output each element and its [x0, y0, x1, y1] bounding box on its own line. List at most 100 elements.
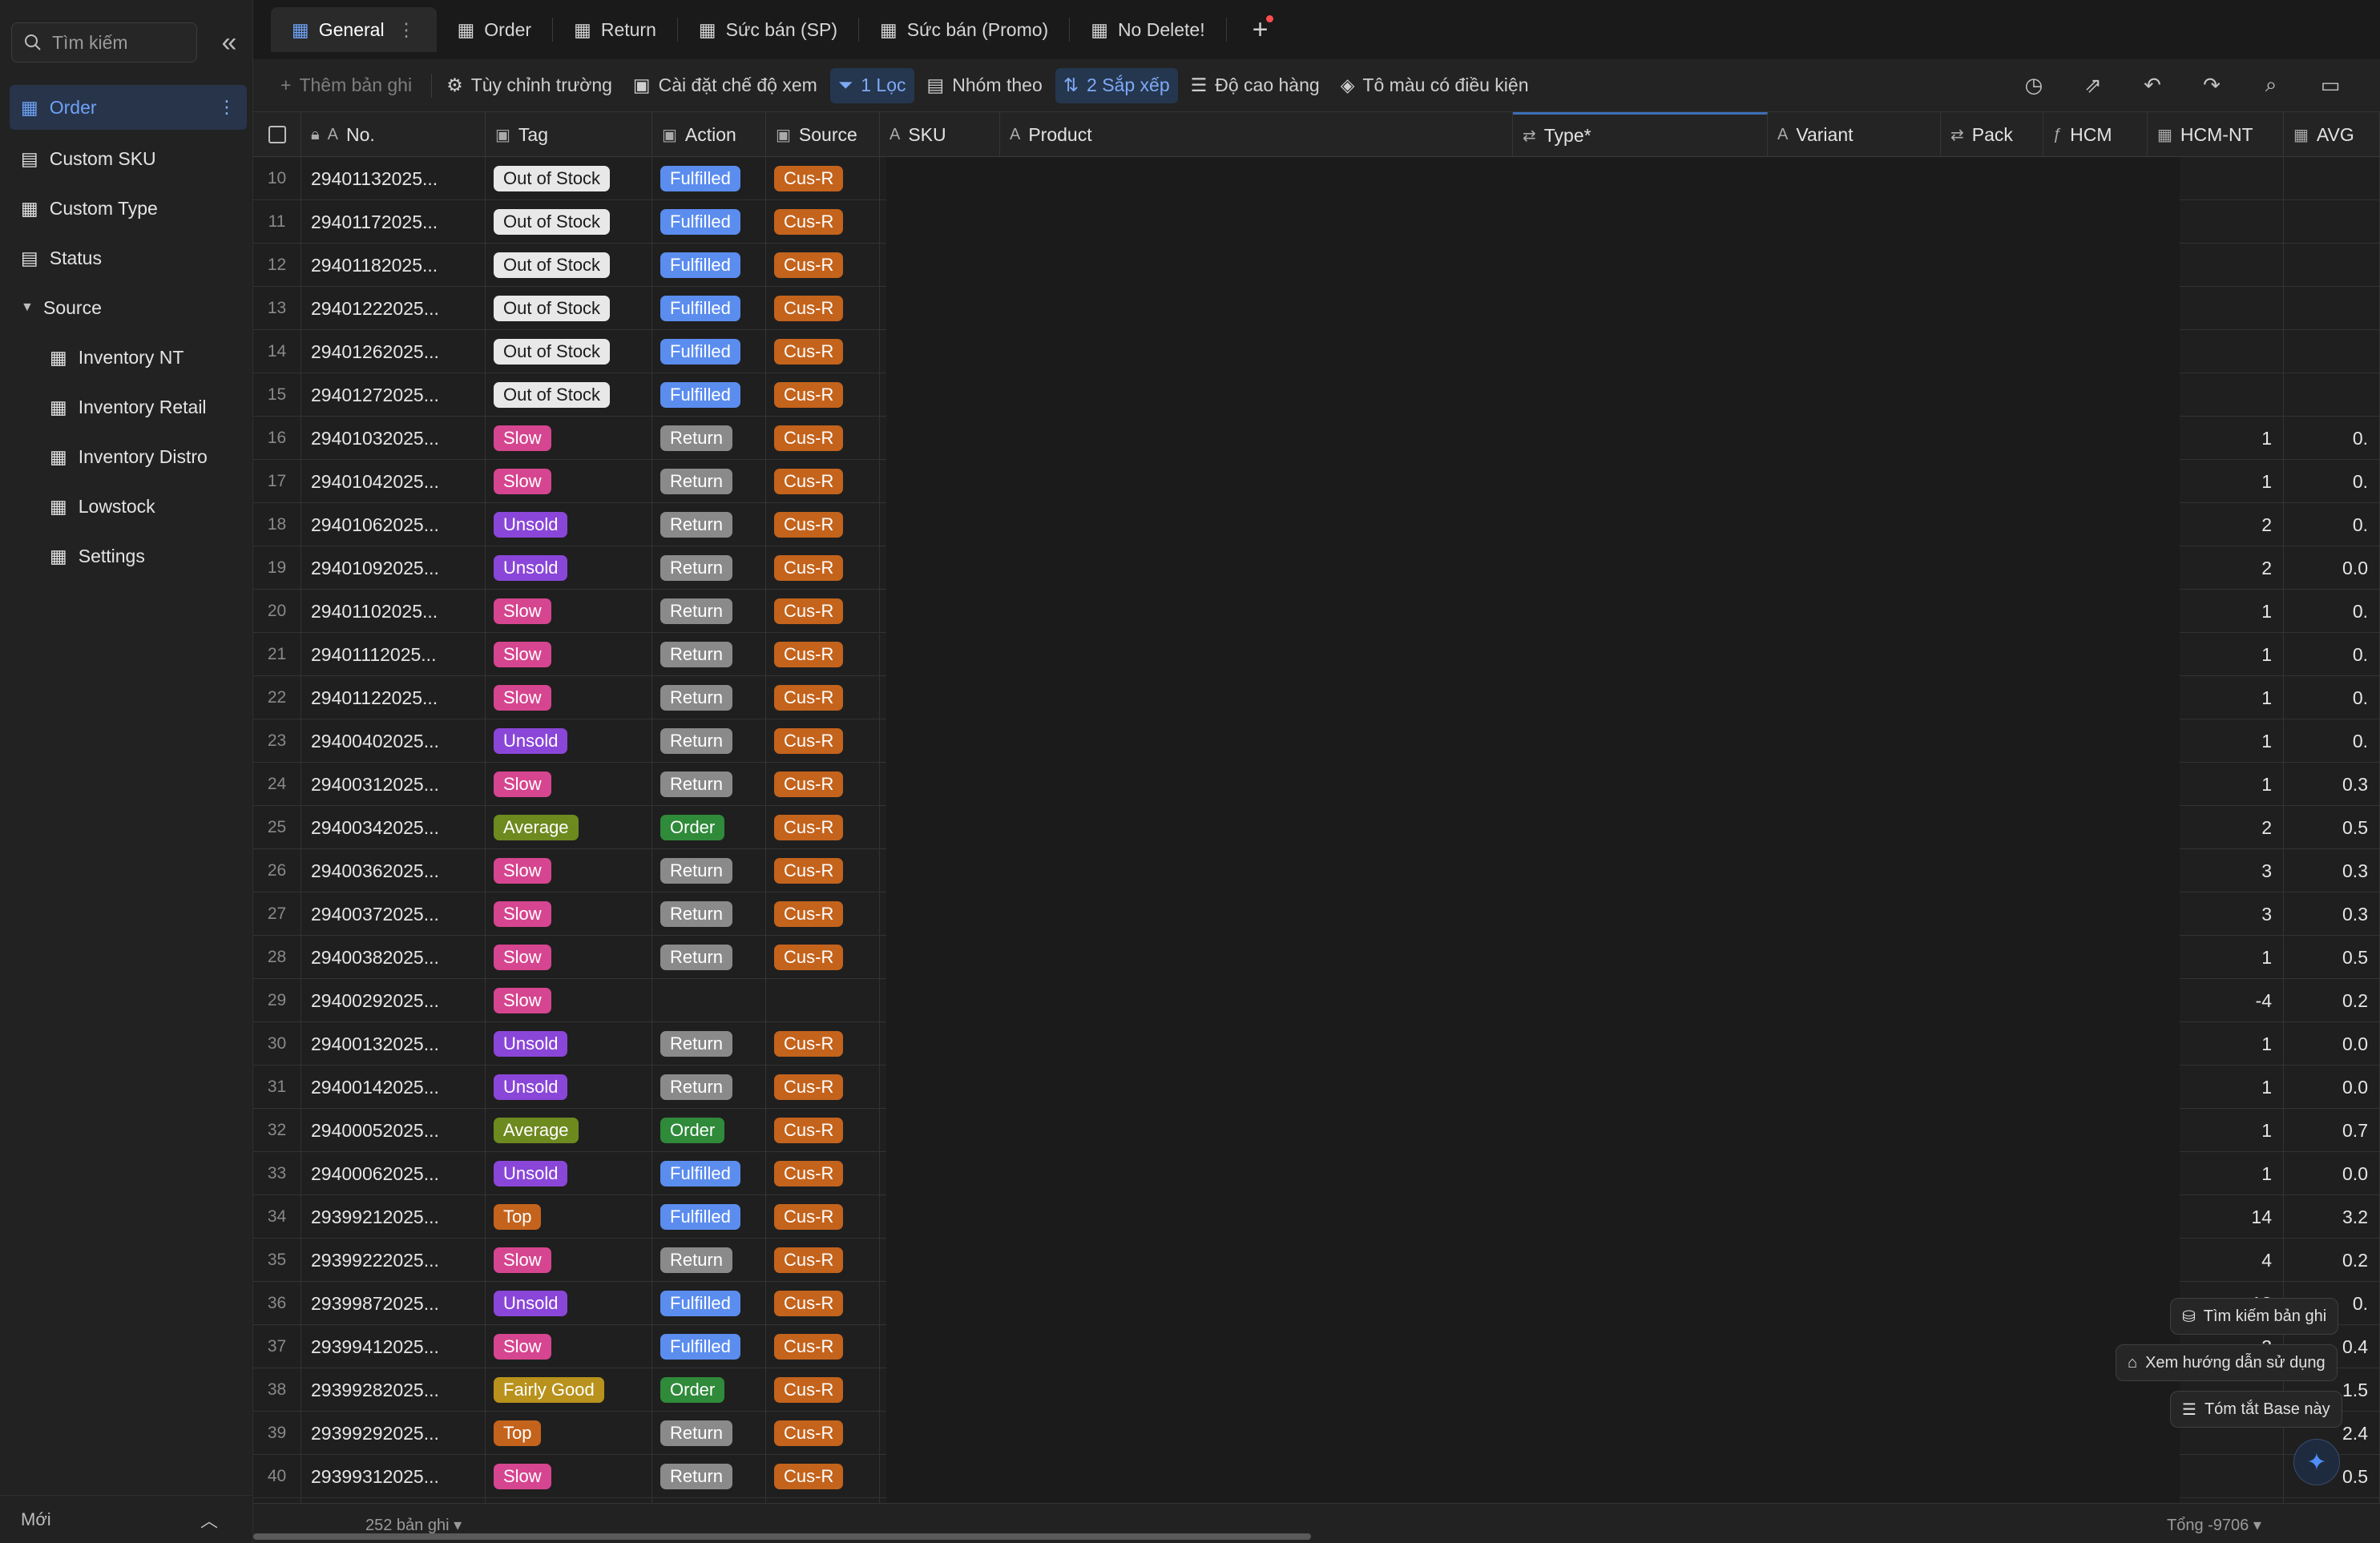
row-number[interactable]: 38 — [253, 1368, 301, 1412]
row-number[interactable]: 29 — [253, 979, 301, 1022]
collapse-sidebar-icon[interactable]: « — [213, 24, 245, 61]
cell-source[interactable]: Cus-R — [766, 590, 880, 633]
cell-source[interactable]: Cus-R — [766, 763, 880, 806]
row-number[interactable]: 24 — [253, 763, 301, 806]
record-count[interactable]: 252 bản ghi ▾ — [365, 1515, 462, 1535]
cell-source[interactable]: Cus-R — [766, 460, 880, 503]
cell-avg[interactable]: 0. — [2284, 417, 2380, 460]
more-options-icon[interactable]: ⋮ — [218, 97, 236, 118]
cell-action[interactable] — [652, 979, 766, 1022]
cell-tag[interactable]: Slow — [486, 763, 652, 806]
cell-source[interactable]: Cus-R — [766, 1022, 880, 1066]
cell-tag[interactable]: Unsold — [486, 1022, 652, 1066]
search-records-float-button[interactable]: ⛁ Tìm kiếm bản ghi — [2170, 1298, 2339, 1335]
cell-action[interactable]: Return — [652, 503, 766, 546]
cell-tag[interactable]: Out of Stock — [486, 287, 652, 330]
cell-no[interactable]: 29400372025... — [301, 892, 486, 936]
sidebar-item-order[interactable]: ▦ Order ⋮ — [10, 85, 247, 130]
sidebar-item-status[interactable]: ▤ Status — [10, 236, 247, 280]
ai-assistant-button[interactable]: ✦ — [2293, 1439, 2340, 1485]
cell-action[interactable]: Fulfilled — [652, 157, 766, 200]
cell-tag[interactable]: Slow — [486, 979, 652, 1022]
cell-avg[interactable]: 0. — [2284, 719, 2380, 763]
cell-source[interactable]: Cus-R — [766, 1239, 880, 1282]
cell-no[interactable]: 29401062025... — [301, 503, 486, 546]
cell-no[interactable]: 29401102025... — [301, 590, 486, 633]
column-header-source[interactable]: ▣ Source — [766, 112, 880, 157]
column-header-sku[interactable]: A SKU — [880, 112, 1000, 157]
tab-general[interactable]: ▦ General ⋮ — [271, 7, 437, 52]
cell-no[interactable]: 29400052025... — [301, 1109, 486, 1152]
cell-action[interactable]: Return — [652, 676, 766, 719]
cell-tag[interactable]: Top — [486, 1195, 652, 1239]
cell-avg[interactable]: 0. — [2284, 633, 2380, 676]
cell-tag[interactable]: Slow — [486, 460, 652, 503]
cell-tag[interactable]: Slow — [486, 417, 652, 460]
sidebar-item-inventory-nt[interactable]: ▦ Inventory NT — [10, 335, 247, 380]
cell-source[interactable]: Cus-R — [766, 719, 880, 763]
cell-avg[interactable] — [2284, 157, 2380, 200]
cell-avg[interactable]: 0.2 — [2284, 1239, 2380, 1282]
cell-avg[interactable] — [2284, 287, 2380, 330]
sidebar-item-inventory-distro[interactable]: ▦ Inventory Distro — [10, 434, 247, 479]
group-by-button[interactable]: ▤ Nhóm theo — [919, 68, 1051, 103]
cell-source[interactable]: Cus-R — [766, 503, 880, 546]
cell-no[interactable]: 29400402025... — [301, 719, 486, 763]
cell-action[interactable]: Fulfilled — [652, 244, 766, 287]
row-number[interactable]: 12 — [253, 244, 301, 287]
cell-tag[interactable]: Slow — [486, 849, 652, 892]
cell-no[interactable]: 29400362025... — [301, 849, 486, 892]
cell-action[interactable]: Order — [652, 806, 766, 849]
cell-no[interactable]: 29401092025... — [301, 546, 486, 590]
cell-tag[interactable]: Fairly Good — [486, 1368, 652, 1412]
cell-source[interactable]: Cus-R — [766, 1368, 880, 1412]
cell-no[interactable]: 29399292025... — [301, 1412, 486, 1455]
tab-menu-icon[interactable]: ⋮ — [397, 19, 416, 41]
summary-total[interactable]: Tổng -9706 ▾ — [2167, 1515, 2261, 1535]
cell-avg[interactable]: 0. — [2284, 503, 2380, 546]
cell-no[interactable]: 29401172025... — [301, 200, 486, 244]
cell-source[interactable]: Cus-R — [766, 1109, 880, 1152]
column-header-hcm-nt[interactable]: ▦ HCM-NT — [2148, 112, 2284, 157]
row-number[interactable]: 15 — [253, 373, 301, 417]
add-record-button[interactable]: + Thêm bản ghi — [272, 68, 420, 103]
cell-avg[interactable]: 0. — [2284, 460, 2380, 503]
cell-tag[interactable]: Out of Stock — [486, 200, 652, 244]
row-number[interactable]: 19 — [253, 546, 301, 590]
cell-source[interactable]: Cus-R — [766, 157, 880, 200]
chevron-up-icon[interactable]: ︿ — [200, 1507, 218, 1533]
cell-avg[interactable]: 0.0 — [2284, 546, 2380, 590]
cell-tag[interactable]: Slow — [486, 590, 652, 633]
cell-action[interactable]: Return — [652, 1022, 766, 1066]
cell-avg[interactable]: 0.3 — [2284, 892, 2380, 936]
summarize-base-float-button[interactable]: ☰ Tóm tắt Base này — [2170, 1391, 2342, 1428]
cell-tag[interactable]: Unsold — [486, 546, 652, 590]
cell-avg[interactable] — [2284, 244, 2380, 287]
cell-action[interactable]: Return — [652, 763, 766, 806]
row-number[interactable]: 31 — [253, 1066, 301, 1109]
cell-source[interactable]: Cus-R — [766, 200, 880, 244]
cell-avg[interactable]: 0.5 — [2284, 936, 2380, 979]
sidebar-item-custom-sku[interactable]: ▤ Custom SKU — [10, 136, 247, 181]
cell-no[interactable]: 29401122025... — [301, 676, 486, 719]
view-guide-float-button[interactable]: ⌂ Xem hướng dẫn sử dụng — [2116, 1344, 2338, 1381]
cell-source[interactable]: Cus-R — [766, 373, 880, 417]
row-number[interactable]: 13 — [253, 287, 301, 330]
cell-no[interactable]: 29400292025... — [301, 979, 486, 1022]
row-number[interactable]: 40 — [253, 1455, 301, 1498]
row-number[interactable]: 33 — [253, 1152, 301, 1195]
cell-no[interactable]: 29401032025... — [301, 417, 486, 460]
cell-action[interactable]: Return — [652, 1239, 766, 1282]
caret-down-icon[interactable]: ▼ — [21, 300, 34, 315]
row-number[interactable]: 39 — [253, 1412, 301, 1455]
cell-no[interactable]: 29401112025... — [301, 633, 486, 676]
column-header-variant[interactable]: A Variant — [1768, 112, 1941, 157]
row-number[interactable]: 18 — [253, 503, 301, 546]
customize-fields-button[interactable]: ⚙ Tùy chỉnh trường — [438, 68, 620, 103]
cell-action[interactable]: Return — [652, 460, 766, 503]
row-number[interactable]: 17 — [253, 460, 301, 503]
share-icon[interactable]: ⇗ — [2075, 67, 2111, 103]
cell-no[interactable]: 29400382025... — [301, 936, 486, 979]
cell-tag[interactable]: Average — [486, 806, 652, 849]
cell-no[interactable]: 29399212025... — [301, 1195, 486, 1239]
